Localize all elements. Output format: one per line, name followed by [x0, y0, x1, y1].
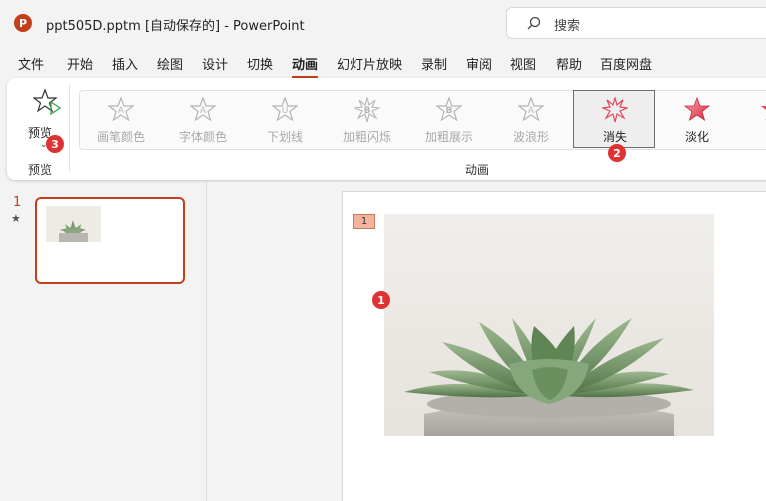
burst-b-icon: B — [354, 97, 380, 123]
tab-animations[interactable]: 动画 — [292, 54, 319, 78]
preview-star-icon — [33, 88, 61, 116]
search-box[interactable]: 搜索 — [506, 7, 766, 39]
star-fade-icon — [684, 97, 710, 121]
thumbnail-image — [46, 206, 101, 242]
animation-bold-reveal[interactable]: B 加粗展示 — [408, 91, 490, 149]
animation-order-tag[interactable]: 1 — [353, 214, 375, 229]
ribbon-tabs: 文件 开始 插入 绘图 设计 切换 动画 幻灯片放映 录制 审阅 视图 帮助 百… — [0, 50, 766, 78]
animation-label: 画笔颜色 — [96, 130, 145, 144]
animation-label: 字体颜色 — [178, 130, 227, 144]
animation-fade[interactable]: 淡化 — [656, 91, 738, 149]
tab-draw[interactable]: 绘图 — [157, 54, 183, 73]
star-b-icon: B — [436, 97, 462, 122]
slide-canvas[interactable]: 1 1 — [342, 191, 766, 501]
tab-slideshow[interactable]: 幻灯片放映 — [337, 54, 402, 73]
svg-text:U: U — [282, 106, 289, 116]
star-wave-icon: A — [518, 97, 544, 122]
tab-design[interactable]: 设计 — [202, 54, 228, 73]
ribbon: 预览 ⌄ 3 预览 A 画笔颜色 A 字体颜色 U 下划线 B 加粗闪烁 B 加… — [7, 78, 766, 180]
search-placeholder: 搜索 — [554, 19, 581, 34]
svg-text:B: B — [364, 106, 371, 116]
tab-help[interactable]: 帮助 — [556, 54, 582, 73]
tab-home[interactable]: 开始 — [67, 54, 93, 73]
photo-marker-badge: 1 — [372, 291, 390, 309]
animation-label: 波浪形 — [512, 130, 549, 144]
animation-disappear[interactable]: 消失 — [573, 90, 655, 148]
preview-marker-badge: 3 — [46, 135, 64, 153]
burst-star-icon — [602, 97, 628, 123]
animation-wave[interactable]: A 波浪形 — [490, 91, 572, 149]
animation-group-label: 动画 — [465, 163, 490, 177]
star-a-icon: A — [108, 97, 134, 122]
group-divider — [69, 84, 70, 172]
slide-thumbnail[interactable] — [35, 197, 185, 284]
tab-review[interactable]: 审阅 — [466, 54, 492, 73]
tab-record[interactable]: 录制 — [421, 54, 447, 73]
svg-text:A: A — [118, 106, 125, 116]
star-u-icon: U — [272, 97, 298, 122]
animation-bold-flash[interactable]: B 加粗闪烁 — [326, 91, 408, 149]
animation-font-color[interactable]: A 字体颜色 — [162, 91, 244, 149]
tab-view[interactable]: 视图 — [510, 54, 536, 73]
slide-number: 1 — [13, 195, 22, 210]
animation-label: 下划线 — [266, 130, 303, 144]
svg-text:B: B — [446, 106, 453, 116]
search-icon — [527, 16, 541, 30]
disappear-marker-badge: 2 — [608, 144, 626, 162]
animation-label: 加粗展示 — [424, 130, 473, 144]
animation-label: 加粗闪烁 — [342, 130, 391, 144]
preview-group-label: 预览 — [28, 163, 53, 177]
animation-label: 淡化 — [684, 130, 709, 144]
animation-label: 消失 — [602, 130, 627, 144]
animation-underline[interactable]: U 下划线 — [244, 91, 326, 149]
tab-transitions[interactable]: 切换 — [247, 54, 273, 73]
animation-next-partial[interactable] — [740, 91, 766, 149]
animation-pen-color[interactable]: A 画笔颜色 — [80, 91, 162, 149]
slide-thumbnails-pane: 1 ★ — [0, 182, 207, 501]
title-bar: P ppt505D.pptm [自动保存的] - PowerPoint 搜索 — [0, 0, 766, 46]
svg-text:A: A — [200, 106, 207, 116]
window-title: ppt505D.pptm [自动保存的] - PowerPoint — [46, 19, 305, 34]
star-partial-icon — [761, 106, 766, 120]
tab-file[interactable]: 文件 — [18, 54, 44, 73]
svg-text:A: A — [528, 106, 535, 116]
animation-gallery: A 画笔颜色 A 字体颜色 U 下划线 B 加粗闪烁 B 加粗展示 A 波浪形 … — [79, 90, 766, 150]
tab-baidu-netdisk[interactable]: 百度网盘 — [600, 54, 652, 73]
star-a-icon: A — [190, 97, 216, 122]
succulent-photo[interactable] — [384, 214, 714, 436]
slide-canvas-area: 1 1 — [208, 182, 766, 501]
animation-indicator-icon: ★ — [11, 212, 21, 225]
tab-insert[interactable]: 插入 — [112, 54, 138, 73]
powerpoint-logo-icon: P — [14, 14, 35, 32]
